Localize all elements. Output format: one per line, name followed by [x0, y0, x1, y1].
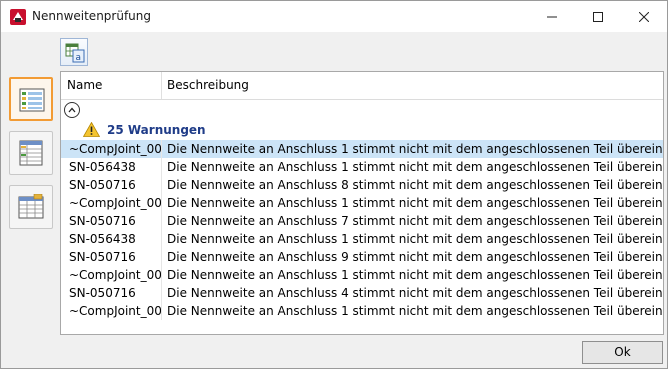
row-name: ~CompJoint_0003 [61, 302, 162, 320]
row-name: ~CompJoint_0007 [61, 194, 162, 212]
table-row[interactable]: ~CompJoint_0007 Die Nennweite an Anschlus… [61, 194, 664, 212]
row-name: ~CompJoint_0004 [61, 266, 162, 284]
title-bar: Nennweitenprüfung [1, 1, 667, 32]
list-view-icon [19, 88, 45, 112]
group-label: 25 Warnungen [107, 123, 206, 137]
minimize-icon [547, 16, 557, 17]
row-name: SN-050716 [61, 212, 162, 230]
row-description: Die Nennweite an Anschluss 1 stimmt nich… [167, 196, 664, 210]
window-title: Nennweitenprüfung [32, 9, 152, 23]
table-row[interactable]: SN-050716 Die Nennweite an Anschluss 9 st… [61, 248, 664, 266]
row-name: SN-050716 [61, 284, 162, 302]
column-header-description[interactable]: Beschreibung [162, 72, 462, 99]
maximize-icon [593, 11, 603, 22]
table-row[interactable]: SN-056438 Die Nennweite an Anschluss 1 st… [61, 230, 664, 248]
chevron-up-icon [68, 107, 76, 113]
row-description: Die Nennweite an Anschluss 4 stimmt nich… [167, 286, 664, 300]
row-description: Die Nennweite an Anschluss 7 stimmt nich… [167, 214, 664, 228]
close-icon [639, 11, 649, 22]
svg-text:a: a [76, 53, 82, 63]
table-row[interactable]: ~CompJoint_0005 Die Nennweite an Anschlus… [61, 140, 664, 158]
minimize-button[interactable] [529, 1, 575, 32]
column-header-name[interactable]: Name [61, 72, 162, 99]
row-description: Die Nennweite an Anschluss 1 stimmt nich… [167, 142, 664, 156]
side-grid-view-button[interactable] [9, 185, 53, 229]
row-name: SN-056438 [61, 230, 162, 248]
table-row[interactable]: SN-050716 Die Nennweite an Anschluss 7 st… [61, 212, 664, 230]
list-header: Name Beschreibung [61, 72, 663, 100]
table-row[interactable]: SN-050716 Die Nennweite an Anschluss 4 st… [61, 284, 664, 302]
export-excel-icon: a [65, 43, 85, 63]
warnings-list[interactable]: Name Beschreibung 25 Warnungen ~CompJoin… [60, 71, 664, 335]
table-row[interactable]: SN-056438 Die Nennweite an Anschluss 1 st… [61, 158, 664, 176]
rows-container: ~CompJoint_0005 Die Nennweite an Anschlus… [61, 140, 664, 320]
row-description: Die Nennweite an Anschluss 8 stimmt nich… [167, 178, 664, 192]
table-view-icon [19, 140, 43, 166]
row-description: Die Nennweite an Anschluss 9 stimmt nich… [167, 250, 664, 264]
row-name: SN-050716 [61, 248, 162, 266]
dialog-window: Nennweitenprüfung a Name Beschreibung 25… [0, 0, 668, 369]
row-description: Die Nennweite an Anschluss 1 stimmt nich… [167, 268, 664, 282]
grid-view-icon [18, 194, 44, 219]
maximize-button[interactable] [575, 1, 621, 32]
side-list-view-button[interactable] [9, 77, 53, 121]
warning-icon [82, 121, 101, 140]
ok-button[interactable]: Ok [582, 341, 663, 364]
close-button[interactable] [621, 1, 667, 32]
row-name: SN-056438 [61, 158, 162, 176]
table-row[interactable]: ~CompJoint_0004 Die Nennweite an Anschlus… [61, 266, 664, 284]
row-name: ~CompJoint_0005 [61, 140, 162, 158]
row-description: Die Nennweite an Anschluss 1 stimmt nich… [167, 232, 664, 246]
collapse-group-button[interactable] [64, 102, 80, 118]
table-row[interactable]: SN-050716 Die Nennweite an Anschluss 8 st… [61, 176, 664, 194]
side-table-view-button[interactable] [9, 131, 53, 175]
row-name: SN-050716 [61, 176, 162, 194]
row-description: Die Nennweite an Anschluss 1 stimmt nich… [167, 304, 664, 318]
export-excel-button[interactable]: a [60, 38, 88, 66]
row-description: Die Nennweite an Anschluss 1 stimmt nich… [167, 160, 664, 174]
app-logo-icon [10, 9, 26, 25]
warning-group: 25 Warnungen [61, 100, 663, 140]
table-row[interactable]: ~CompJoint_0003 Die Nennweite an Anschlus… [61, 302, 664, 320]
